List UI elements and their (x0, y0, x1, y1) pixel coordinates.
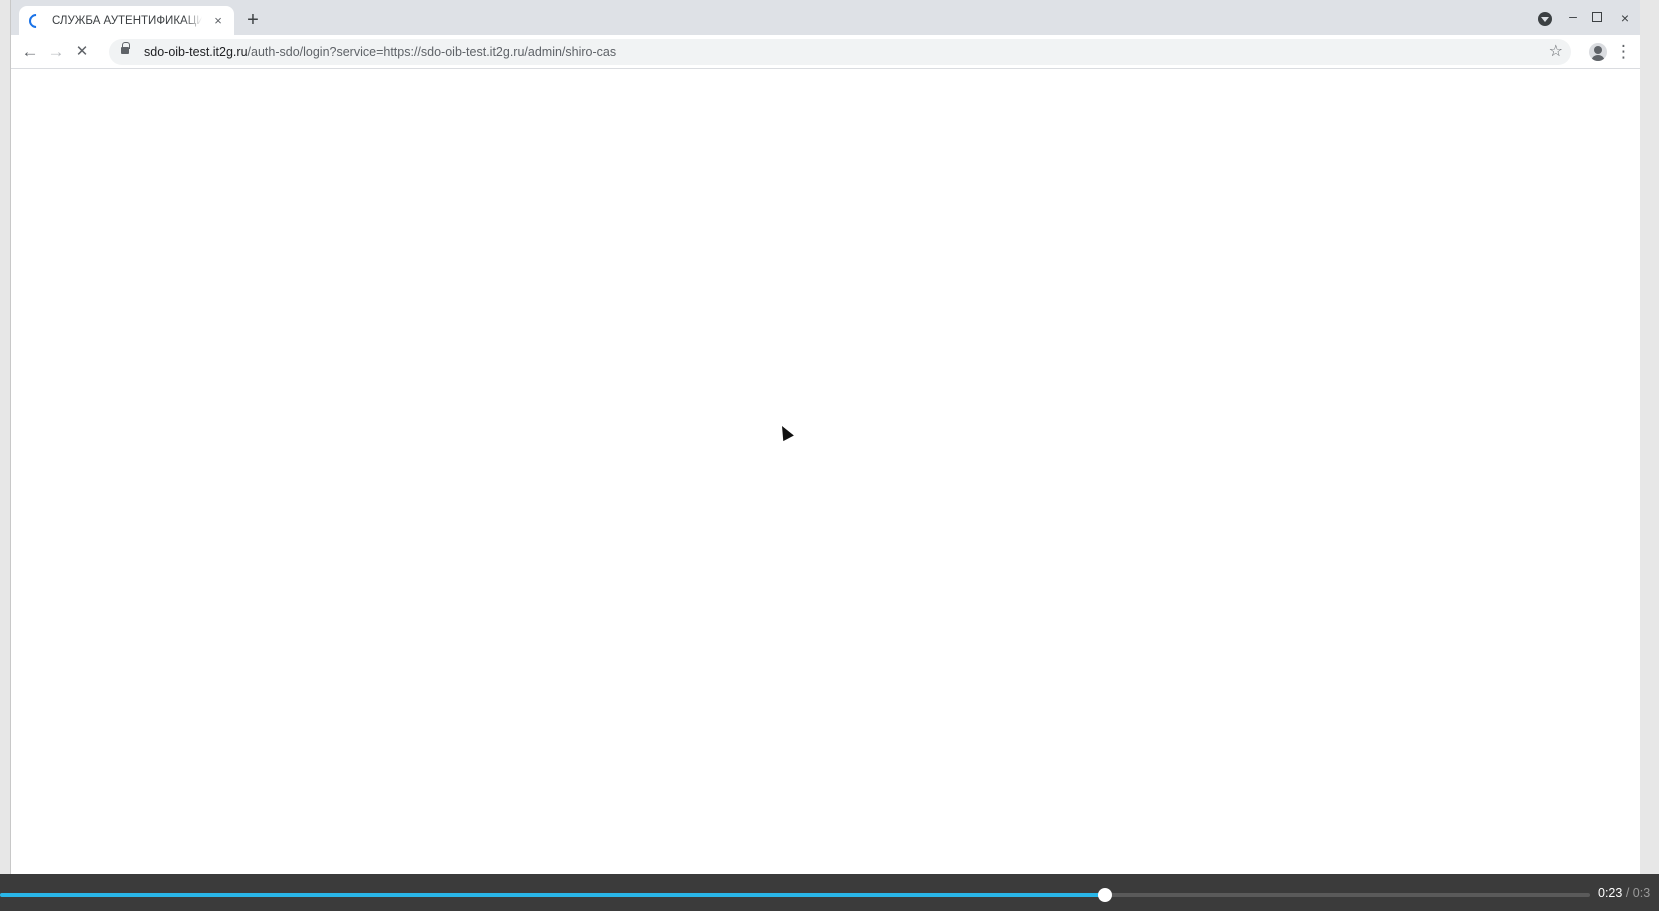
window-close-button[interactable]: × (1617, 9, 1633, 27)
stop-loading-button[interactable]: ✕ (71, 41, 93, 63)
minimize-button[interactable]: – (1565, 9, 1581, 27)
progress-fill (0, 893, 1106, 897)
tab-title: СЛУЖБА АУТЕНТИФИКАЦИ (52, 14, 202, 27)
back-button[interactable]: ← (19, 41, 41, 63)
progress-thumb[interactable] (1098, 888, 1113, 902)
url-path: /auth-sdo/login?service=https://sdo-oib-… (247, 45, 617, 59)
screen: СЛУЖБА АУТЕНТИФИКАЦИ × + – × ← → ✕ sdo-o… (0, 0, 1659, 911)
url-host: sdo-oib-test.it2g.ru (144, 45, 248, 59)
browser-menu-icon[interactable]: ⋮ (1615, 41, 1632, 63)
lock-icon[interactable] (121, 42, 130, 54)
progress-track[interactable] (0, 888, 1590, 902)
new-tab-button[interactable]: + (242, 10, 264, 32)
maximize-button[interactable] (1592, 12, 1602, 22)
account-avatar-icon[interactable] (1589, 43, 1607, 61)
tab-strip: СЛУЖБА АУТЕНТИФИКАЦИ × + – × (11, 0, 1640, 35)
forward-button[interactable]: → (45, 41, 67, 63)
video-player-bar: 0:23 / 0:3 (0, 874, 1659, 911)
url-text[interactable]: sdo-oib-test.it2g.ru/auth-sdo/login?serv… (144, 45, 616, 59)
mouse-cursor-icon (776, 423, 794, 442)
address-bar[interactable]: sdo-oib-test.it2g.ru/auth-sdo/login?serv… (109, 39, 1571, 65)
time-display: 0:23 / 0:3 (1598, 886, 1650, 900)
total-time: 0:3 (1632, 886, 1651, 900)
time-separator: / (1622, 886, 1633, 900)
loading-spinner-icon (26, 10, 46, 31)
browser-toolbar: ← → ✕ sdo-oib-test.it2g.ru/auth-sdo/logi… (11, 35, 1640, 69)
current-time: 0:23 (1598, 886, 1623, 900)
tab-close-icon[interactable]: × (210, 13, 226, 29)
page-viewport (11, 69, 1640, 874)
browser-window: СЛУЖБА АУТЕНТИФИКАЦИ × + – × ← → ✕ sdo-o… (10, 0, 1640, 874)
bookmark-star-icon[interactable]: ☆ (1549, 41, 1563, 61)
tab-active[interactable]: СЛУЖБА АУТЕНТИФИКАЦИ × (19, 6, 234, 35)
tab-search-icon[interactable] (1538, 12, 1552, 26)
